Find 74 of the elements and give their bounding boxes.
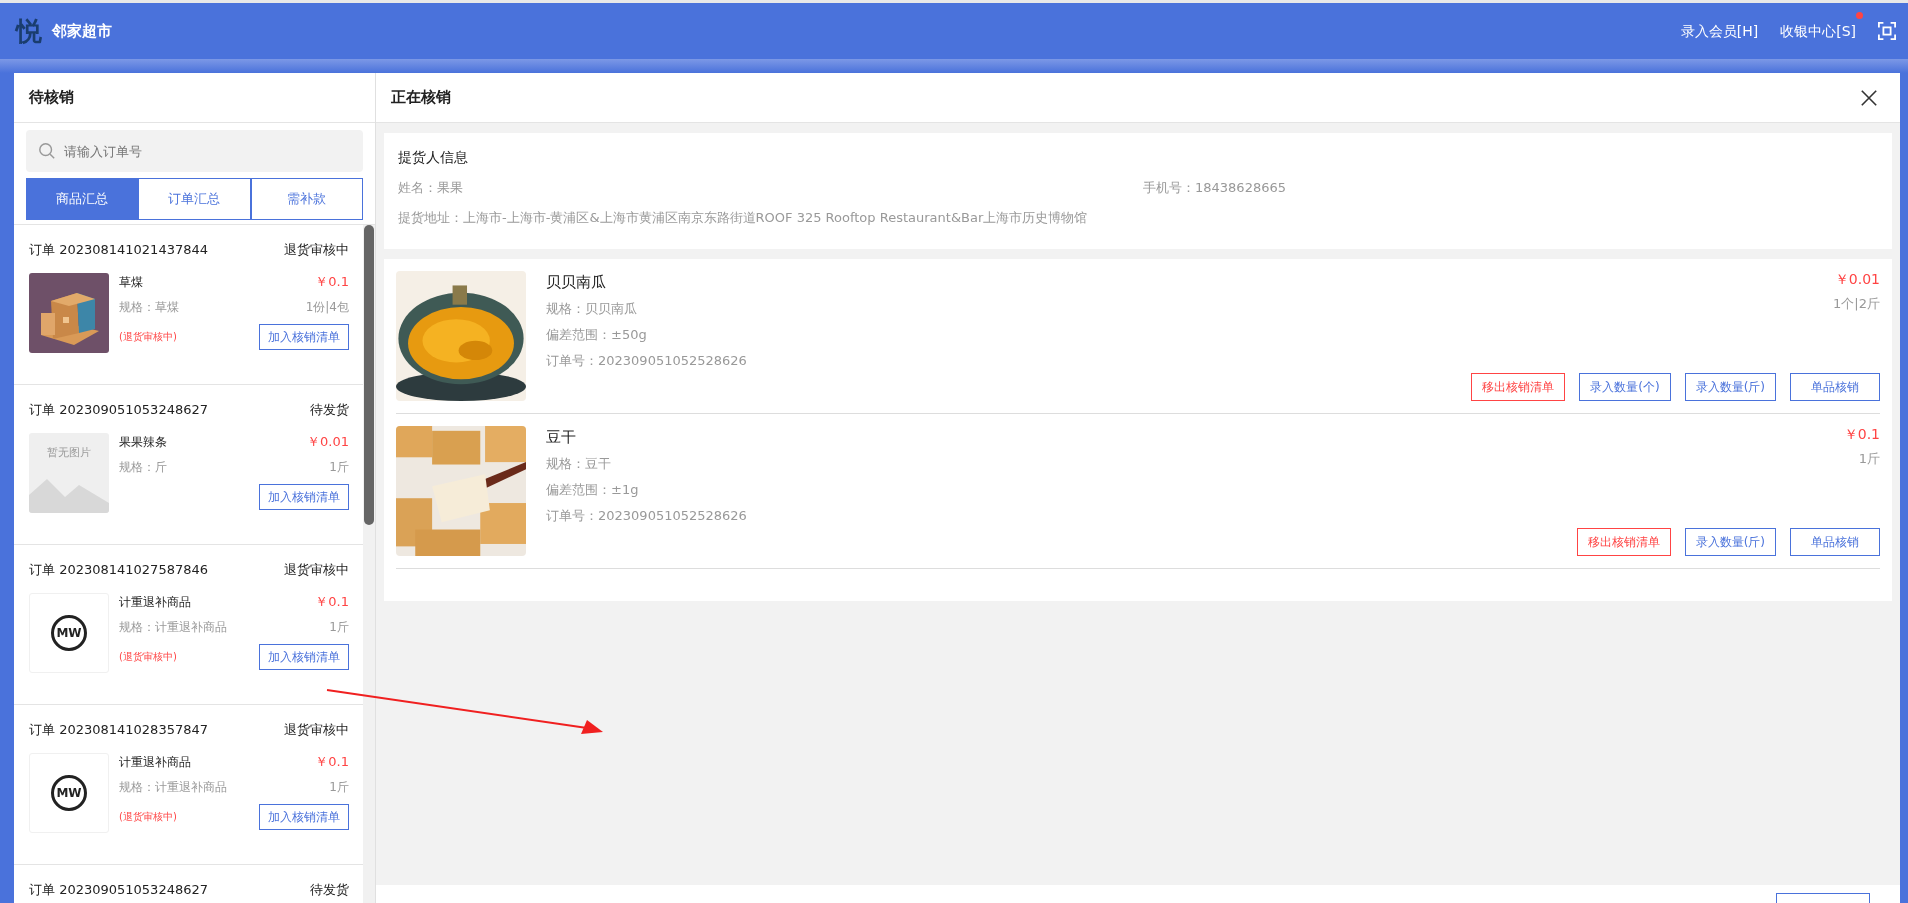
order-number: 订单 202309051053248627 (29, 401, 208, 419)
add-button[interactable]: 加入核销清单 (259, 644, 349, 670)
product-spec: 规格：草煤 (119, 299, 179, 316)
header-link[interactable]: 收银中心[S] (1780, 23, 1856, 39)
tab[interactable]: 订单汇总 (138, 178, 251, 220)
product-price: ￥0.1 (1843, 426, 1880, 444)
placeholder-image: 暂无图片 (29, 433, 109, 513)
order-status: 退货审核中 (284, 561, 349, 579)
customer-phone: 手机号：18438628665 (1143, 179, 1286, 197)
tab[interactable]: 需补款 (250, 178, 363, 220)
action-button[interactable]: 录入数量(个) (1579, 373, 1671, 401)
order-status: 退货审核中 (284, 721, 349, 739)
product-quantity: 1个|2斤 (1833, 295, 1880, 313)
product-spec: 规格：计重退补商品 (119, 619, 227, 636)
order-status: 待发货 (310, 401, 349, 419)
footer-button[interactable] (1776, 893, 1870, 903)
weight-tolerance: 偏差范围：±50g (546, 326, 648, 344)
order-number: 订单 202309051053248627 (29, 881, 208, 899)
product-quantity: 1斤 (329, 459, 349, 476)
product-spec: 规格：斤 (119, 459, 167, 476)
product-quantity: 1斤 (329, 619, 349, 636)
panel-title: 正在核销 (391, 88, 451, 107)
brand-logo: MW (29, 753, 109, 833)
action-button[interactable]: 录入数量(斤) (1684, 373, 1776, 401)
product-name: 贝贝南瓜 (546, 273, 607, 292)
product-name: 计重退补商品 (119, 753, 191, 771)
action-button[interactable]: 移出核销清单 (1471, 373, 1566, 401)
product-price: ￥0.1 (315, 593, 349, 611)
product-name: 豆干 (546, 428, 577, 447)
product-price: ￥0.01 (1834, 271, 1880, 289)
section-title: 提货人信息 (398, 149, 469, 167)
order-status: 退货审核中 (284, 241, 349, 259)
panel-title: 待核销 (14, 73, 375, 123)
order-number: 订单 202308141028357847 (29, 721, 208, 739)
product-price: ￥0.1 (315, 753, 349, 771)
tab[interactable]: 商品汇总 (26, 178, 139, 220)
add-button[interactable]: 加入核销清单 (259, 804, 349, 830)
product-quantity: 1斤 (1858, 450, 1880, 468)
scrollbar-thumb[interactable] (364, 225, 374, 525)
product-quantity: 1斤 (329, 779, 349, 796)
close-icon[interactable] (1860, 88, 1878, 107)
action-button[interactable]: 单品核销 (1790, 373, 1880, 401)
app-logo: 悦 (16, 14, 42, 48)
action-button[interactable]: 移出核销清单 (1576, 528, 1671, 556)
add-button[interactable]: 加入核销清单 (259, 324, 349, 350)
brand-logo: MW (29, 593, 109, 673)
store-name: 邻家超市 (52, 21, 112, 41)
order-number: 订单号：202309051052528626 (546, 507, 748, 525)
search-field[interactable]: 请输入订单号 (26, 130, 363, 172)
action-button[interactable]: 录入数量(斤) (1684, 528, 1776, 556)
search-icon (38, 142, 56, 160)
order-number: 订单 202308141021437844 (29, 241, 208, 259)
fullscreen-icon[interactable] (1878, 22, 1896, 40)
add-button[interactable]: 加入核销清单 (259, 484, 349, 510)
order-number: 订单号：202309051052528626 (546, 352, 748, 370)
action-button[interactable]: 单品核销 (1790, 528, 1880, 556)
product-spec: 规格：计重退补商品 (119, 779, 227, 796)
weight-tolerance: 偏差范围：±1g (546, 481, 640, 499)
customer-name: 姓名：果果 (398, 179, 464, 197)
product-spec: 规格：贝贝南瓜 (546, 300, 638, 318)
product-price: ￥0.01 (307, 433, 349, 451)
product-name: 草煤 (119, 273, 143, 291)
product-name: 计重退补商品 (119, 593, 191, 611)
pickup-address: 提货地址：上海市-上海市-黄浦区&上海市黄浦区南京东路街道ROOF 325 Rooftop Restaurant&Bar上海市历史博物馆 (398, 209, 1089, 227)
status-note: (退货审核中) (119, 650, 177, 664)
status-note: (退货审核中) (119, 330, 177, 344)
product-spec: 规格：豆干 (546, 455, 612, 473)
product-price: ￥0.1 (315, 273, 349, 291)
order-number: 订单 202308141027587846 (29, 561, 208, 579)
status-note: (退货审核中) (119, 810, 177, 824)
product-name: 果果辣条 (119, 433, 167, 451)
order-status: 待发货 (310, 881, 349, 899)
product-quantity: 1份|4包 (305, 299, 349, 316)
header-link[interactable]: 录入会员[H] (1680, 23, 1759, 39)
